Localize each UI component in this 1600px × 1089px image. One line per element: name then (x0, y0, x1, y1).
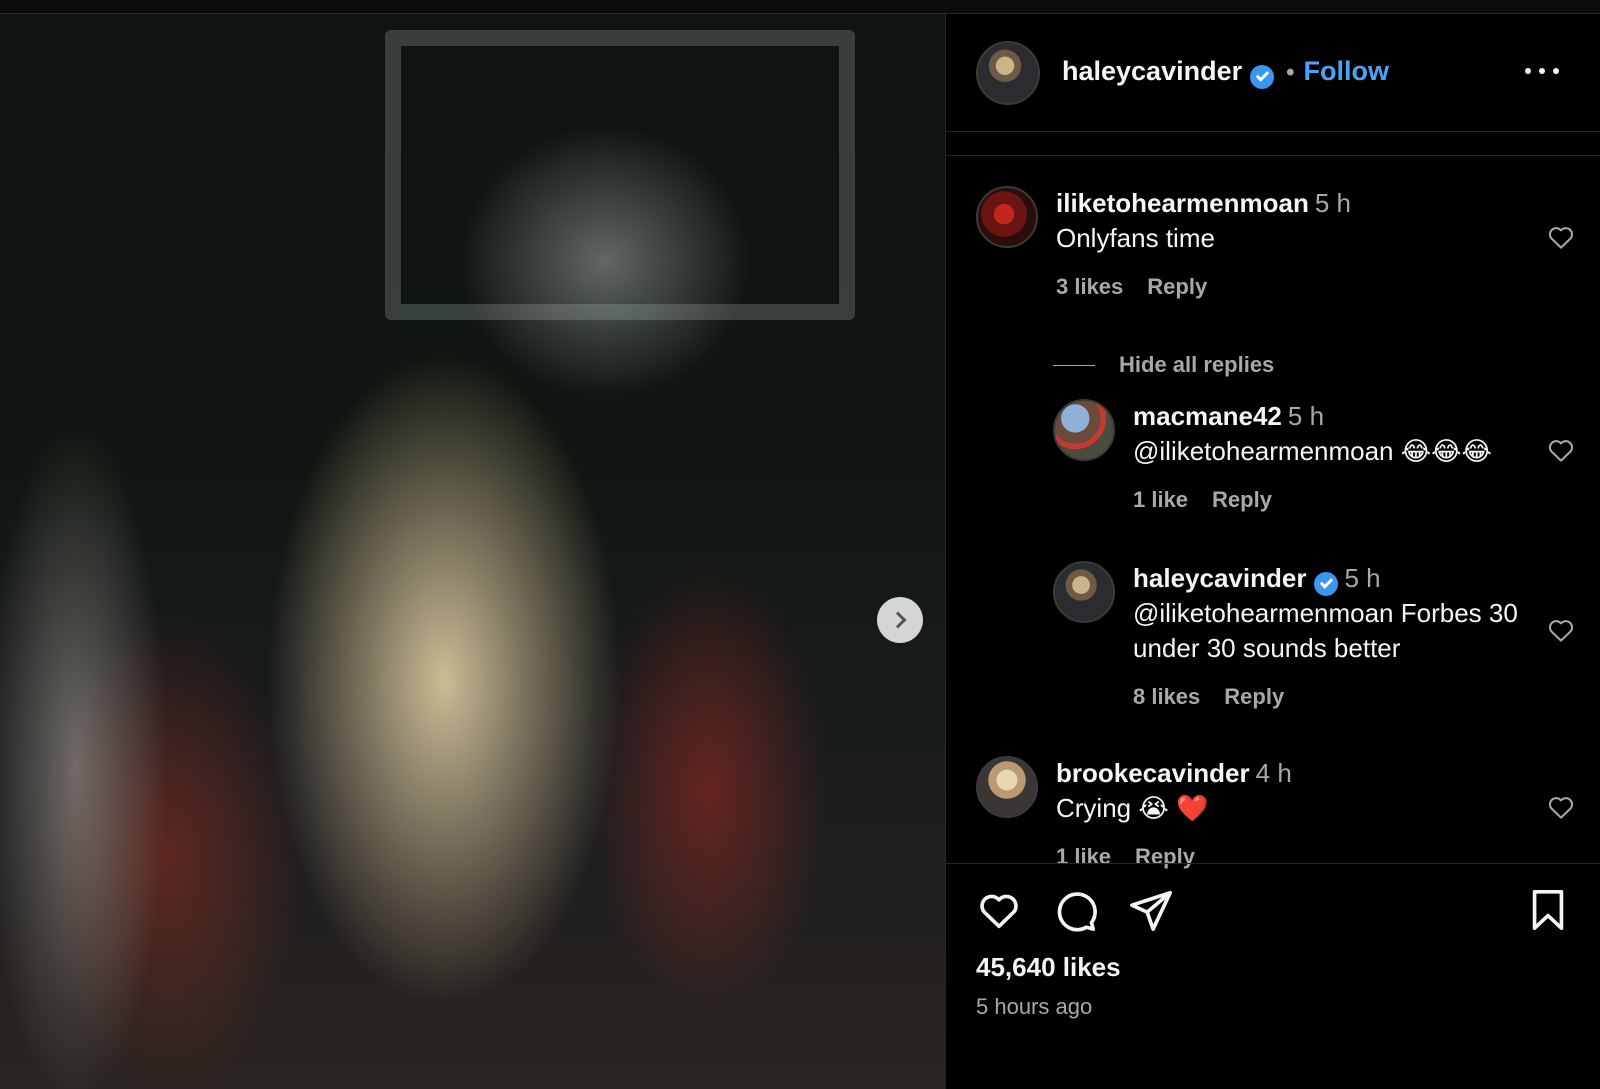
commenter-avatar[interactable] (976, 186, 1038, 248)
divider (946, 863, 1600, 864)
bookmark-icon[interactable] (1525, 887, 1571, 938)
verified-badge-icon (1250, 65, 1275, 89)
author-avatar[interactable] (976, 40, 1040, 105)
comment-text: @iliketohearmenmoan 😂😂😂 (1133, 436, 1492, 466)
reply-item: haleycavinder 5 h @iliketohearmenmoan For… (1053, 561, 1576, 710)
author-username[interactable]: haleycavinder • Follow (1062, 56, 1389, 89)
heart-icon[interactable] (976, 887, 1022, 938)
comment-username[interactable]: brookecavinder (1056, 758, 1250, 788)
reply-button[interactable]: Reply (1147, 274, 1207, 299)
reply-button[interactable]: Reply (1212, 487, 1272, 512)
follow-button[interactable]: Follow (1304, 56, 1389, 86)
comment-text: Crying 😭 ❤️ (1056, 793, 1209, 823)
comment-time: 4 h (1255, 758, 1292, 788)
heart-icon[interactable] (1546, 435, 1576, 470)
comment-time: 5 h (1287, 401, 1325, 431)
comment-icon[interactable] (1052, 887, 1098, 938)
post-media[interactable] (0, 14, 945, 1089)
heart-icon[interactable] (1546, 792, 1576, 827)
post-header: haleycavinder • Follow (946, 14, 1600, 132)
commenter-avatar[interactable] (1053, 561, 1115, 623)
verified-badge-icon (1314, 572, 1339, 596)
next-media-button[interactable] (877, 597, 923, 643)
post-actions (976, 887, 1571, 937)
post-timestamp: 5 hours ago (976, 994, 1093, 1019)
reply-button[interactable]: Reply (1135, 844, 1195, 869)
heart-icon[interactable] (1546, 615, 1576, 650)
hide-replies-label[interactable]: Hide all replies (1119, 352, 1274, 378)
comment-item: brookecavinder 4 h Crying 😭 ❤️ 1 like Repl… (976, 756, 1576, 870)
comment-username[interactable]: haleycavinder (1133, 563, 1306, 593)
comment-likes[interactable]: 3 likes (1056, 274, 1123, 299)
divider-line (1053, 364, 1095, 366)
comment-item: iliketohearmenmoan 5 h Onlyfans time 3 li… (976, 186, 1576, 300)
chevron-right-icon (889, 611, 907, 629)
commenter-avatar[interactable] (976, 756, 1038, 818)
author-name[interactable]: haleycavinder (1062, 56, 1242, 86)
comments-list: iliketohearmenmoan 5 h Onlyfans time 3 li… (946, 156, 1600, 878)
comment-time: 5 h (1314, 188, 1352, 218)
hide-replies-toggle[interactable]: Hide all replies (1053, 352, 1274, 378)
comment-likes[interactable]: 8 likes (1133, 684, 1200, 709)
post-side-panel: haleycavinder • Follow iliketohearmenmoan 5… (945, 14, 1600, 1089)
comment-likes[interactable]: 1 like (1056, 844, 1111, 869)
reply-button[interactable]: Reply (1224, 684, 1284, 709)
reply-item: macmane42 5 h @iliketohearmenmoan 😂😂😂 1 l… (1053, 399, 1576, 513)
window-top-strip (0, 0, 1600, 14)
commenter-avatar[interactable] (1053, 399, 1115, 461)
separator-dot: • (1286, 59, 1295, 86)
comment-text: Onlyfans time (1056, 223, 1215, 253)
media-backdrop-shape (385, 30, 855, 320)
comment-time: 5 h (1344, 563, 1381, 593)
likes-count[interactable]: 45,640 likes (976, 952, 1121, 983)
heart-icon[interactable] (1546, 222, 1576, 257)
comment-username[interactable]: macmane42 (1133, 401, 1282, 431)
comment-text: @iliketohearmenmoan Forbes 30 under 30 s… (1133, 598, 1518, 663)
comment-username[interactable]: iliketohearmenmoan (1056, 188, 1309, 218)
send-icon[interactable] (1128, 887, 1174, 938)
more-options-icon[interactable] (1525, 68, 1559, 76)
comment-likes[interactable]: 1 like (1133, 487, 1188, 512)
